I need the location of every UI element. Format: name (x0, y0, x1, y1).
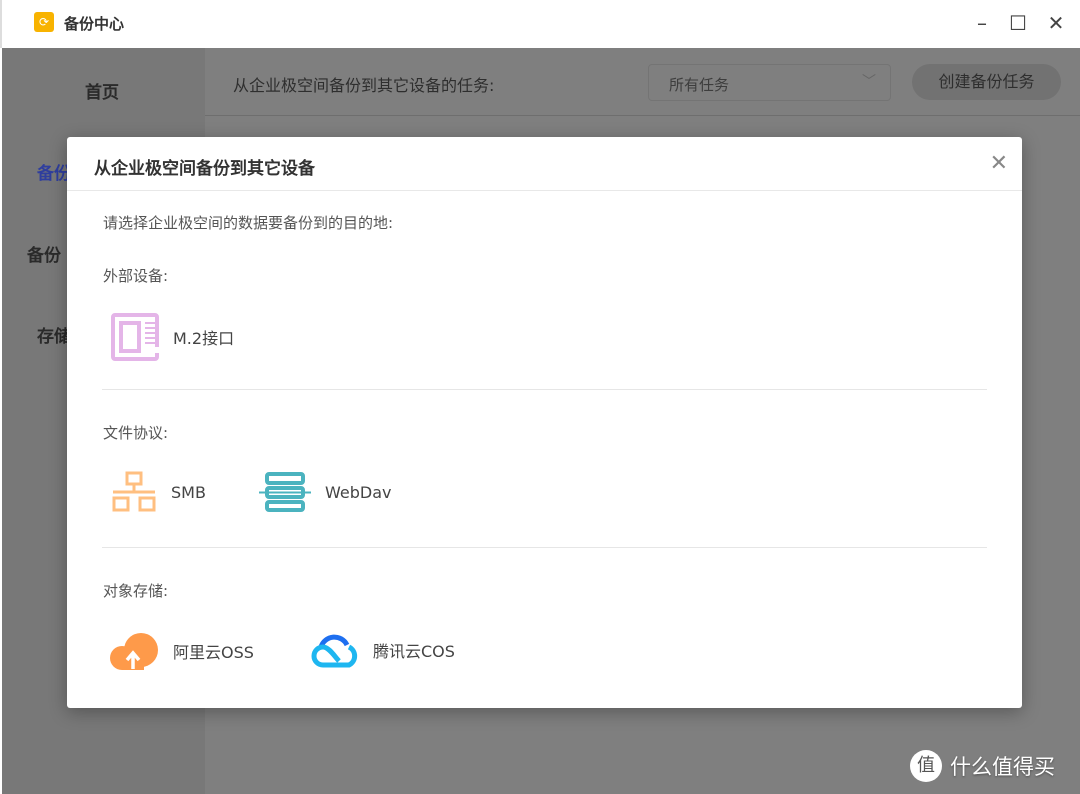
dialog-title: 从企业极空间备份到其它设备 (94, 159, 315, 179)
title-bar: ⟳ 备份中心 – ☐ ✕ (0, 0, 1080, 48)
close-icon[interactable]: ✕ (990, 151, 1008, 176)
create-backup-task-button[interactable]: 创建备份任务 (912, 64, 1061, 100)
divider (102, 547, 987, 548)
section-label-external: 外部设备: (103, 267, 169, 285)
option-smb[interactable]: SMB (111, 471, 206, 513)
app-title: 备份中心 (64, 15, 125, 33)
server-icon (259, 471, 311, 513)
section-label-object-storage: 对象存储: (103, 582, 169, 600)
divider (102, 389, 987, 390)
section-label-protocol: 文件协议: (103, 424, 169, 442)
watermark-text: 什么值得买 (950, 755, 1055, 779)
option-label: 阿里云OSS (173, 643, 254, 662)
task-list-label: 从企业极空间备份到其它设备的任务: (233, 76, 495, 95)
task-filter-value: 所有任务 (669, 76, 730, 94)
option-m2[interactable]: M.2接口 (111, 313, 234, 361)
minimize-icon[interactable]: – (970, 10, 994, 36)
task-filter-select[interactable]: 所有任务 ﹀ (648, 64, 891, 101)
sidebar-item-home[interactable]: 首页 (85, 78, 119, 103)
watermark: 值 什么值得买 (910, 750, 1055, 782)
aliyun-cloud-icon (109, 631, 159, 671)
option-tencent-cos[interactable]: 腾讯云COS (309, 631, 455, 669)
option-label: M.2接口 (173, 329, 235, 348)
tencent-cloud-icon (309, 631, 359, 669)
option-label: SMB (171, 482, 206, 502)
maximize-icon[interactable]: ☐ (1006, 10, 1030, 36)
sidebar-item-storage[interactable]: 存储 (37, 322, 71, 347)
refresh-icon: ⟳ (34, 12, 54, 32)
sidebar-item-backup[interactable]: 备份 (37, 159, 71, 184)
option-webdav[interactable]: WebDav (259, 471, 391, 513)
option-aliyun-oss[interactable]: 阿里云OSS (109, 631, 254, 671)
divider (67, 190, 1022, 191)
option-label: 腾讯云COS (373, 642, 455, 661)
watermark-badge: 值 (910, 750, 942, 782)
network-icon (111, 471, 157, 513)
sidebar-item-backup-2[interactable]: 备份 (27, 241, 61, 266)
option-label: WebDav (325, 482, 392, 502)
chevron-down-icon: ﹀ (862, 74, 876, 90)
m2-slot-icon (111, 313, 159, 361)
dialog-prompt: 请选择企业极空间的数据要备份到的目的地: (103, 214, 394, 232)
close-icon[interactable]: ✕ (1044, 10, 1068, 36)
backup-destination-dialog: 从企业极空间备份到其它设备 ✕ 请选择企业极空间的数据要备份到的目的地: 外部设… (67, 137, 1022, 708)
